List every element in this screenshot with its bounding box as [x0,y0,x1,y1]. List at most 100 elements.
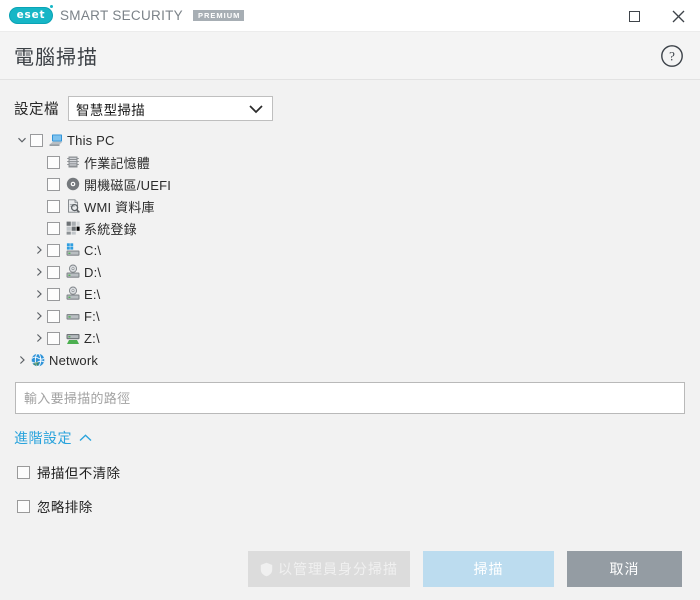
profile-label: 設定檔 [14,98,59,119]
tree-item-checkbox[interactable] [47,266,60,279]
tree-expander[interactable] [14,129,30,151]
tree-item-label: This PC [67,133,115,148]
chevron-right-icon[interactable] [17,355,27,365]
advanced-settings-toggle[interactable]: 進階設定 [0,414,700,448]
tree-item-c[interactable]: C:\ [14,239,700,261]
chevron-right-icon[interactable] [34,245,44,255]
network-drive-icon [65,330,81,346]
shield-icon [260,562,273,577]
tree-item-開機磁區/uefi[interactable]: 開機磁區/UEFI [14,173,700,195]
cancel-button[interactable]: 取消 [567,551,682,587]
scan-button[interactable]: 掃描 [423,551,554,587]
option-label: 掃描但不清除 [37,462,120,482]
scan-target-tree[interactable]: This PC 作業記憶體開機磁區/UEFI WMI 資料庫系統登錄 C:\ D:\ E:… [0,121,700,371]
window-controls [612,0,700,32]
chevron-up-icon [79,434,92,442]
help-button[interactable]: ? [660,44,684,68]
chevron-right-icon[interactable] [34,311,44,321]
tree-item-checkbox[interactable] [47,178,60,191]
tree-item-作業記憶體[interactable]: 作業記憶體 [14,151,700,173]
suite-name: SMART SECURITY [60,8,183,23]
tree-item-label: 系統登錄 [84,219,137,238]
question-circle-icon: ? [660,44,684,68]
memory-icon [65,154,81,170]
disc-drive-icon [65,286,81,302]
computer-icon [48,132,64,148]
tree-item-checkbox[interactable] [47,332,60,345]
profile-dropdown[interactable]: 智慧型掃描 [68,96,273,121]
tree-expander[interactable] [14,349,30,371]
scan-as-administrator-button[interactable]: 以管理員身分掃描 [248,551,410,587]
tree-item-checkbox[interactable] [30,134,43,147]
tree-item-checkbox[interactable] [47,156,60,169]
globe-icon [30,352,46,368]
wmi-icon [65,198,81,214]
chevron-right-icon[interactable] [34,289,44,299]
tree-expander[interactable] [31,327,47,349]
brand-lockup: eset SMART SECURITY PREMIUM [9,7,244,24]
chevron-right-icon[interactable] [34,333,44,343]
chevron-down-icon [249,104,263,113]
disc-drive-icon [65,286,81,302]
eset-logo-text: eset [17,10,46,21]
tree-item-d[interactable]: D:\ [14,261,700,283]
svg-text:?: ? [669,48,675,63]
tree-item-z[interactable]: Z:\ [14,327,700,349]
tree-item-checkbox[interactable] [47,288,60,301]
hard-drive-icon [65,308,81,324]
tree-item-label: WMI 資料庫 [84,197,155,216]
globe-icon [30,352,46,368]
tree-item-this-pc[interactable]: This PC [14,129,700,151]
scan-settings-content: 設定檔 智慧型掃描 This PC 作業記憶體開機磁區/UEFI WMI 資料庫系統… [0,80,700,599]
page-title: 電腦掃描 [14,41,98,70]
tree-item-f[interactable]: F:\ [14,305,700,327]
option-checkbox[interactable] [17,500,30,513]
tree-item-label: Z:\ [84,331,100,346]
maximize-button[interactable] [612,0,656,32]
tree-expander[interactable] [31,239,47,261]
tree-expander[interactable] [31,305,47,327]
maximize-icon [629,11,640,22]
tree-expander[interactable] [31,283,47,305]
option-row[interactable]: 掃描但不清除 [0,462,700,482]
scan-path-row [0,371,700,414]
registry-icon [65,220,81,236]
chevron-right-icon[interactable] [34,267,44,277]
windows-drive-icon [65,242,81,258]
bootsector-icon [65,176,81,192]
tree-item-wmi-資料庫[interactable]: WMI 資料庫 [14,195,700,217]
tree-item-label: F:\ [84,309,100,324]
option-checkbox[interactable] [17,466,30,479]
tree-item-label: Network [49,353,98,368]
scan-as-administrator-label: 以管理員身分掃描 [278,559,398,579]
profile-selected-value: 智慧型掃描 [76,99,145,119]
disc-drive-icon [65,264,81,280]
option-row[interactable]: 忽略排除 [0,496,700,516]
tree-item-checkbox[interactable] [47,310,60,323]
advanced-options-list: 掃描但不清除忽略排除 [0,462,700,516]
dialog-footer: 以管理員身分掃描 掃描 取消 [0,551,700,587]
tree-item-checkbox[interactable] [47,200,60,213]
memory-icon [65,154,81,170]
page-header: 電腦掃描 ? [0,32,700,80]
close-button[interactable] [656,0,700,32]
scan-path-input[interactable] [15,382,685,414]
tree-item-checkbox[interactable] [47,244,60,257]
tree-expander[interactable] [31,261,47,283]
profile-row: 設定檔 智慧型掃描 [0,80,700,121]
windows-drive-icon [65,242,81,258]
tree-item-label: E:\ [84,287,101,302]
tree-item-label: C:\ [84,243,101,258]
tree-item-label: 作業記憶體 [84,153,150,172]
tree-item-系統登錄[interactable]: 系統登錄 [14,217,700,239]
chevron-down-icon[interactable] [17,135,27,145]
tree-item-e[interactable]: E:\ [14,283,700,305]
disc-drive-icon [65,264,81,280]
computer-icon [48,132,64,148]
eset-logo-icon: eset [9,7,53,24]
tree-item-checkbox[interactable] [47,222,60,235]
hard-drive-icon [65,308,81,324]
advanced-settings-label: 進階設定 [14,428,72,448]
tree-item-network[interactable]: Network [14,349,700,371]
wmi-icon [65,198,81,214]
